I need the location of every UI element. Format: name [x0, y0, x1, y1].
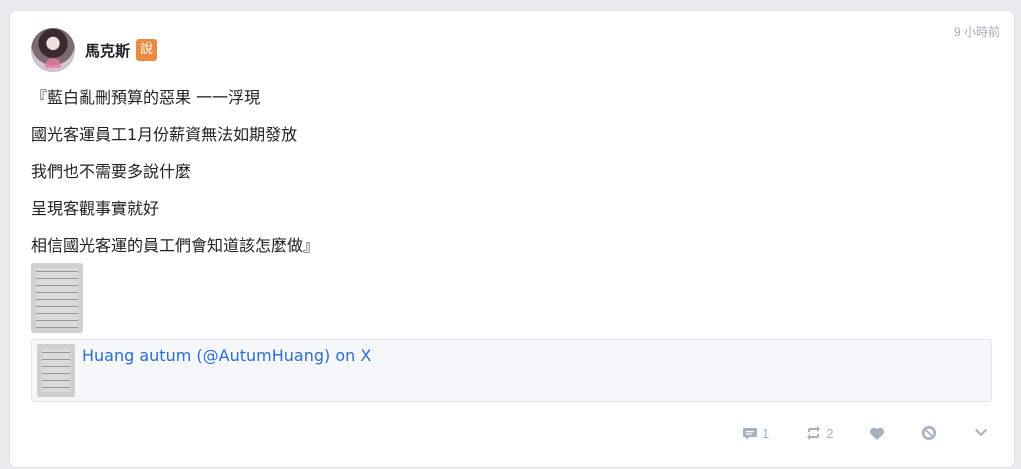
comment-button[interactable]: 1 — [742, 425, 769, 441]
post-line: 呈現客觀事實就好 — [31, 199, 160, 218]
block-icon — [922, 426, 937, 440]
post-timestamp[interactable]: 9 小時前 — [954, 23, 1000, 40]
repost-button[interactable]: 2 — [805, 425, 833, 441]
link-preview-thumbnail — [37, 344, 75, 397]
comment-count: 1 — [762, 425, 770, 441]
heart-icon — [870, 427, 885, 440]
link-preview-title[interactable]: Huang autum (@AutumHuang) on X — [82, 346, 371, 365]
post-header: 馬克斯 說 — [31, 28, 158, 72]
attached-image-thumbnail[interactable] — [31, 263, 83, 333]
author-name[interactable]: 馬克斯 — [85, 40, 130, 61]
post-card: 9 小時前 馬克斯 說 『藍白亂刪預算的惡果 一一浮現 國光客運員工1月份薪資無… — [10, 11, 1014, 467]
post-body: 『藍白亂刪預算的惡果 一一浮現 國光客運員工1月份薪資無法如期發放 我們也不需要… — [31, 86, 319, 271]
chevron-down-icon — [975, 428, 988, 437]
more-button[interactable] — [973, 425, 989, 441]
post-actions: 1 2 — [742, 425, 989, 441]
post-line: 我們也不需要多說什麼 — [31, 162, 192, 181]
document-image — [42, 349, 70, 392]
repost-count: 2 — [826, 425, 834, 441]
document-image — [36, 268, 78, 328]
avatar[interactable] — [31, 28, 75, 72]
post-line: 國光客運員工1月份薪資無法如期發放 — [31, 125, 298, 144]
post-line: 『藍白亂刪預算的惡果 一一浮現 — [31, 88, 261, 107]
link-preview-card[interactable]: Huang autum (@AutumHuang) on X — [31, 339, 992, 402]
repost-icon — [807, 426, 821, 440]
block-button[interactable] — [921, 425, 937, 441]
say-badge: 說 — [136, 39, 158, 61]
comment-icon — [743, 428, 757, 440]
like-button[interactable] — [869, 426, 885, 441]
